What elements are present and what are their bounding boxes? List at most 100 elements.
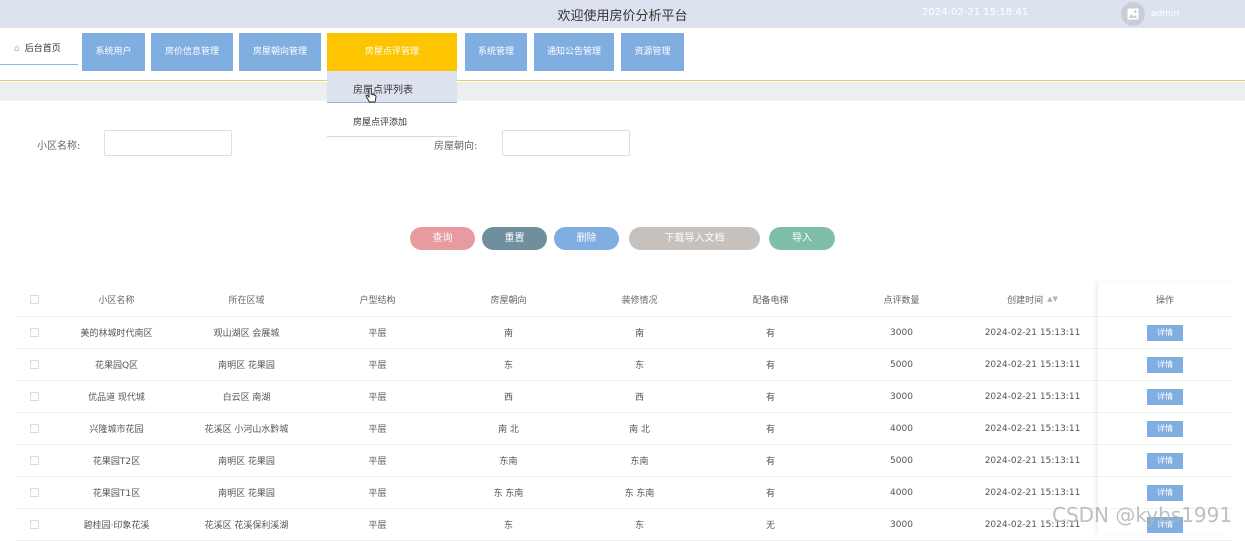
username-label[interactable]: admin xyxy=(1151,9,1179,19)
col-decoration: 装修情况 xyxy=(621,295,658,306)
cell-created-time: 2024-02-21 15:13:11 xyxy=(984,423,1081,434)
nav-system-manage[interactable]: 系统管理 xyxy=(465,33,527,71)
detail-button[interactable]: 详情 xyxy=(1147,452,1183,469)
community-input[interactable] xyxy=(104,130,232,156)
orientation-label: 房屋朝向: xyxy=(434,141,478,152)
row-checkbox[interactable] xyxy=(29,488,39,497)
hand-cursor-icon xyxy=(365,88,377,103)
cell-review-count: 3000 xyxy=(890,391,913,402)
cell-created-time: 2024-02-21 15:13:11 xyxy=(984,391,1081,402)
detail-button[interactable]: 详情 xyxy=(1147,356,1183,373)
col-actions: 操作 xyxy=(1155,295,1174,306)
cell-community: 碧桂园·印象花溪 xyxy=(83,521,150,531)
cell-decoration: 南 xyxy=(634,329,644,339)
col-orientation: 房屋朝向 xyxy=(490,295,527,306)
top-header: 欢迎使用房价分析平台 2024-02-21 15:18:41 admin xyxy=(0,0,1245,28)
table-row: 花果园T1区 南明区 花果园 平层东 东南东 东南有 4000 2024-02-21 1… xyxy=(16,477,1232,509)
nav-orientation[interactable]: 房屋朝向管理 xyxy=(239,33,321,71)
cell-orientation: 东 东南 xyxy=(493,489,524,499)
cell-orientation: 南 xyxy=(503,329,513,339)
home-icon: ⌂ xyxy=(14,44,20,54)
cell-layout: 平层 xyxy=(368,393,387,403)
col-community: 小区名称 xyxy=(98,295,135,306)
sort-icon[interactable]: ▲▼ xyxy=(1047,295,1058,303)
orientation-input[interactable] xyxy=(502,130,630,156)
detail-button[interactable]: 详情 xyxy=(1147,388,1183,405)
menu-review-add[interactable]: 房屋点评添加 xyxy=(327,103,457,136)
row-checkbox[interactable] xyxy=(29,328,39,337)
cell-layout: 平层 xyxy=(368,521,387,531)
cell-decoration: 东 东南 xyxy=(624,489,655,499)
import-button[interactable]: 导入 xyxy=(769,227,835,250)
menu-review-list[interactable]: 房屋点评列表 xyxy=(327,71,457,103)
table-row: 花果园Q区 南明区 花果园 平层 东 东 有 5000 2024-02-21 15:13:11… xyxy=(16,349,1232,381)
image-icon xyxy=(1127,8,1139,20)
cell-community: 兴隆城市花园 xyxy=(89,425,144,435)
cell-elevator: 有 xyxy=(765,361,775,371)
cell-elevator: 有 xyxy=(765,425,775,435)
table-row: 花果园T2区 南明区 花果园 平层 东南 东南 有 5000 2024-02-21 15:13… xyxy=(16,445,1232,477)
cell-layout: 平层 xyxy=(368,457,387,467)
col-review-count: 点评数量 xyxy=(883,295,920,306)
select-all-checkbox[interactable] xyxy=(29,294,39,304)
row-checkbox[interactable] xyxy=(29,520,39,529)
cell-region: 南明区 花果园 xyxy=(218,457,275,467)
row-checkbox[interactable] xyxy=(29,392,39,401)
query-button[interactable]: 查询 xyxy=(410,227,475,250)
table-row: 碧桂园·印象花溪 花溪区 花溪保利溪湖 平层东东无 3000 2024-02-21 15… xyxy=(16,509,1232,541)
col-created-time[interactable]: 创建时间 ▲▼ xyxy=(967,282,1098,316)
cell-elevator: 有 xyxy=(765,489,775,499)
nav-home-label: 后台首页 xyxy=(24,44,61,54)
nav-resources[interactable]: 资源管理 xyxy=(621,33,684,71)
cell-region: 花溪区 小河山水黔城 xyxy=(204,425,289,435)
watermark: CSDN @kybs1991 xyxy=(1052,503,1233,527)
delete-button[interactable]: 删除 xyxy=(554,227,619,250)
cell-created-time: 2024-02-21 15:13:11 xyxy=(984,327,1081,338)
col-region: 所在区域 xyxy=(228,295,265,306)
cell-decoration: 东 xyxy=(634,361,644,371)
nav-notice[interactable]: 通知公告管理 xyxy=(534,33,614,71)
detail-button[interactable]: 详情 xyxy=(1147,484,1183,501)
table-row: 美的林城时代南区 观山湖区 会展城 平层 南 南 有 3000 2024-02-21 15:1… xyxy=(16,317,1232,349)
cell-orientation: 西 xyxy=(503,393,513,403)
reset-button[interactable]: 重置 xyxy=(482,227,547,250)
cell-review-count: 3000 xyxy=(890,519,913,530)
cell-orientation: 东 xyxy=(503,521,513,531)
row-checkbox[interactable] xyxy=(29,360,39,369)
cell-layout: 平层 xyxy=(368,425,387,435)
row-checkbox[interactable] xyxy=(29,456,39,465)
cell-region: 观山湖区 会展城 xyxy=(213,329,280,339)
cell-decoration: 东 xyxy=(634,521,644,531)
community-label: 小区名称: xyxy=(37,141,81,152)
cell-community: 美的林城时代南区 xyxy=(80,329,153,339)
nav-system-users[interactable]: 系统用户 xyxy=(82,33,145,71)
cell-region: 白云区 南湖 xyxy=(222,393,271,403)
col-layout: 户型结构 xyxy=(359,295,396,306)
cell-created-time: 2024-02-21 15:13:11 xyxy=(984,455,1081,466)
cell-review-count: 4000 xyxy=(890,487,913,498)
col-elevator: 配备电梯 xyxy=(752,295,789,306)
datetime-display: 2024-02-21 15:18:41 xyxy=(922,7,1029,18)
avatar[interactable] xyxy=(1121,2,1145,26)
cell-review-count: 4000 xyxy=(890,423,913,434)
cell-review-count: 5000 xyxy=(890,359,913,370)
cell-region: 南明区 花果园 xyxy=(218,361,275,371)
download-template-button[interactable]: 下载导入文档 xyxy=(629,227,760,250)
nav-price-info[interactable]: 房价信息管理 xyxy=(151,33,233,71)
nav-house-review[interactable]: 房屋点评管理 xyxy=(327,33,457,71)
table-row: 优品道 现代城 白云区 南湖 平层 西 西 有 3000 2024-02-21 15:13:1… xyxy=(16,381,1232,413)
row-checkbox[interactable] xyxy=(29,424,39,433)
cell-review-count: 5000 xyxy=(890,455,913,466)
cell-region: 南明区 花果园 xyxy=(218,489,275,499)
detail-button[interactable]: 详情 xyxy=(1147,324,1183,341)
cell-elevator: 无 xyxy=(765,521,775,531)
cell-layout: 平层 xyxy=(368,489,387,499)
cell-review-count: 3000 xyxy=(890,327,913,338)
cell-layout: 平层 xyxy=(368,361,387,371)
detail-button[interactable]: 详情 xyxy=(1147,420,1183,437)
nav-home[interactable]: ⌂ 后台首页 xyxy=(0,28,78,65)
cell-community: 花果园Q区 xyxy=(94,361,139,371)
cell-created-time: 2024-02-21 15:13:11 xyxy=(984,359,1081,370)
cell-community: 花果园T1区 xyxy=(92,489,141,499)
table-row: 兴隆城市花园 花溪区 小河山水黔城 平层 南 北 南 北 有 4000 2024-02-21 … xyxy=(16,413,1232,445)
